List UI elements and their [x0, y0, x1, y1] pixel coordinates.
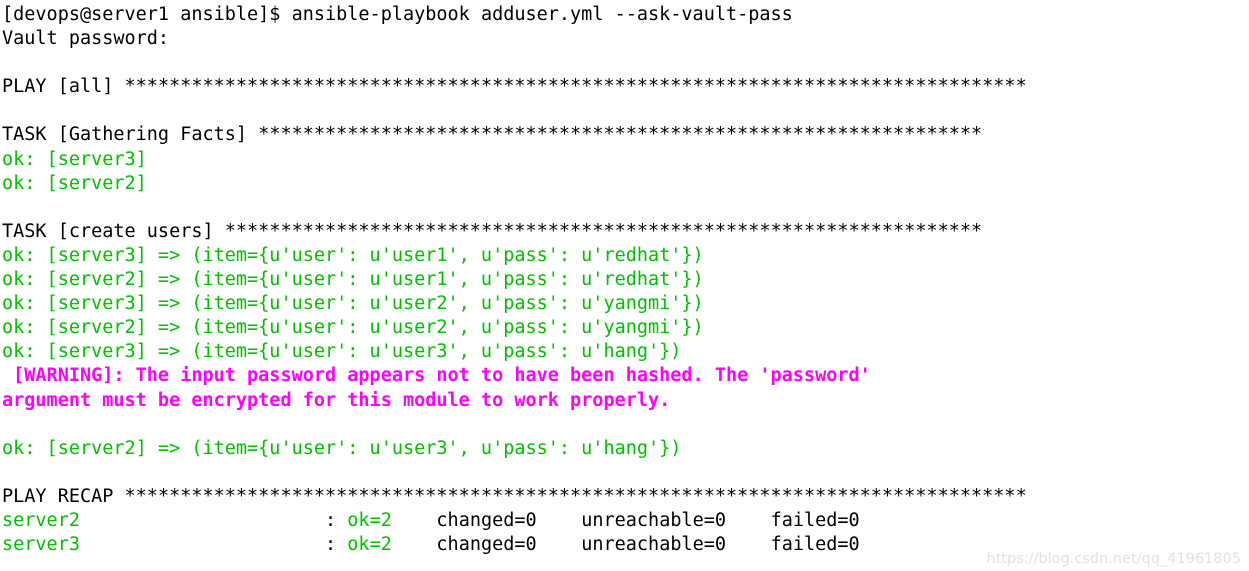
recap-ok-count: ok=2 [347, 509, 392, 531]
recap-colon: : [325, 509, 348, 531]
terminal-output-pane[interactable]: [devops@server1 ansible]$ ansible-playbo… [0, 0, 1249, 571]
recap-pad [392, 510, 437, 531]
recap-pad [537, 510, 582, 531]
recap-host-padding [80, 534, 325, 555]
result-item: ok: [server3] => (item={u'user': u'user2… [2, 293, 704, 315]
play-header-line: PLAY [all] *****************************… [2, 75, 1249, 99]
recap-unreachable-count: unreachable=0 [581, 509, 727, 531]
recap-host-padding [80, 510, 325, 531]
vault-password-label: Vault password: [2, 28, 170, 50]
play-recap-header: PLAY RECAP *****************************… [2, 485, 1249, 509]
recap-pad [392, 534, 437, 555]
warning-message-line: argument must be encrypted for this modu… [2, 389, 1249, 413]
recap-changed-count: changed=0 [436, 509, 537, 531]
task-result-line: ok: [server2] => (item={u'user': u'user3… [2, 437, 1249, 461]
task-create-users-header: TASK [create users] ********************… [2, 220, 1249, 244]
task-result-line: ok: [server3] => (item={u'user': u'user2… [2, 292, 1249, 316]
result-status: ok: [2, 172, 47, 194]
play-header-label: PLAY [all] [2, 76, 125, 98]
recap-changed-count: changed=0 [436, 534, 537, 556]
recap-failed-count: failed=0 [770, 509, 860, 531]
result-item: ok: [server2] => (item={u'user': u'user3… [2, 437, 682, 459]
task-gathering-facts-header: TASK [Gathering Facts] *****************… [2, 123, 1249, 147]
play-recap-label: PLAY RECAP [2, 485, 125, 507]
task-create-users-separator: ****************************************… [224, 220, 983, 242]
play-recap-separator: ****************************************… [124, 485, 1027, 507]
recap-host: server3 [2, 534, 80, 556]
task-result-line: ok: [server2] [2, 172, 1249, 196]
result-item: ok: [server2] => (item={u'user': u'user1… [2, 269, 704, 291]
vault-password-prompt: Vault password: [2, 27, 1249, 51]
warning-text-second: argument must be encrypted for this modu… [2, 389, 671, 411]
task-result-line: ok: [server2] => (item={u'user': u'user2… [2, 316, 1249, 340]
recap-host: server2 [2, 509, 80, 531]
task-gathering-facts-label: TASK [Gathering Facts] [2, 124, 259, 146]
result-item: ok: [server3] => (item={u'user': u'user1… [2, 244, 704, 266]
task-gathering-facts-separator: ****************************************… [258, 124, 983, 146]
task-create-users-label: TASK [create users] [2, 220, 225, 242]
recap-pad [537, 534, 582, 555]
play-header-separator: ****************************************… [124, 76, 1027, 98]
recap-pad [726, 534, 771, 555]
task-result-line: ok: [server3] => (item={u'user': u'user1… [2, 244, 1249, 268]
shell-command: ansible-playbook adduser.yml --ask-vault… [291, 4, 793, 25]
recap-ok-count: ok=2 [347, 534, 392, 556]
recap-colon: : [325, 534, 348, 556]
task-result-line: ok: [server3] => (item={u'user': u'user3… [2, 340, 1249, 364]
result-item: ok: [server3] => (item={u'user': u'user3… [2, 341, 682, 363]
recap-unreachable-count: unreachable=0 [581, 534, 727, 556]
result-host: [server3] [46, 148, 147, 170]
shell-prompt: [devops@server1 ansible]$ [2, 4, 292, 25]
warning-message-line: [WARNING]: The input password appears no… [2, 364, 1249, 388]
command-line: [devops@server1 ansible]$ ansible-playbo… [2, 3, 1249, 27]
task-result-line: ok: [server2] => (item={u'user': u'user1… [2, 268, 1249, 292]
result-item: ok: [server2] => (item={u'user': u'user2… [2, 317, 704, 339]
recap-failed-count: failed=0 [770, 534, 860, 556]
result-host: [server2] [46, 172, 147, 194]
recap-row: server2 : ok=2 changed=0 unreachable=0 f… [2, 509, 1249, 533]
warning-text-first: [WARNING]: The input password appears no… [2, 365, 871, 387]
task-result-line: ok: [server3] [2, 148, 1249, 172]
recap-pad [726, 510, 771, 531]
recap-row: server3 : ok=2 changed=0 unreachable=0 f… [2, 533, 1249, 557]
result-status: ok: [2, 148, 47, 170]
